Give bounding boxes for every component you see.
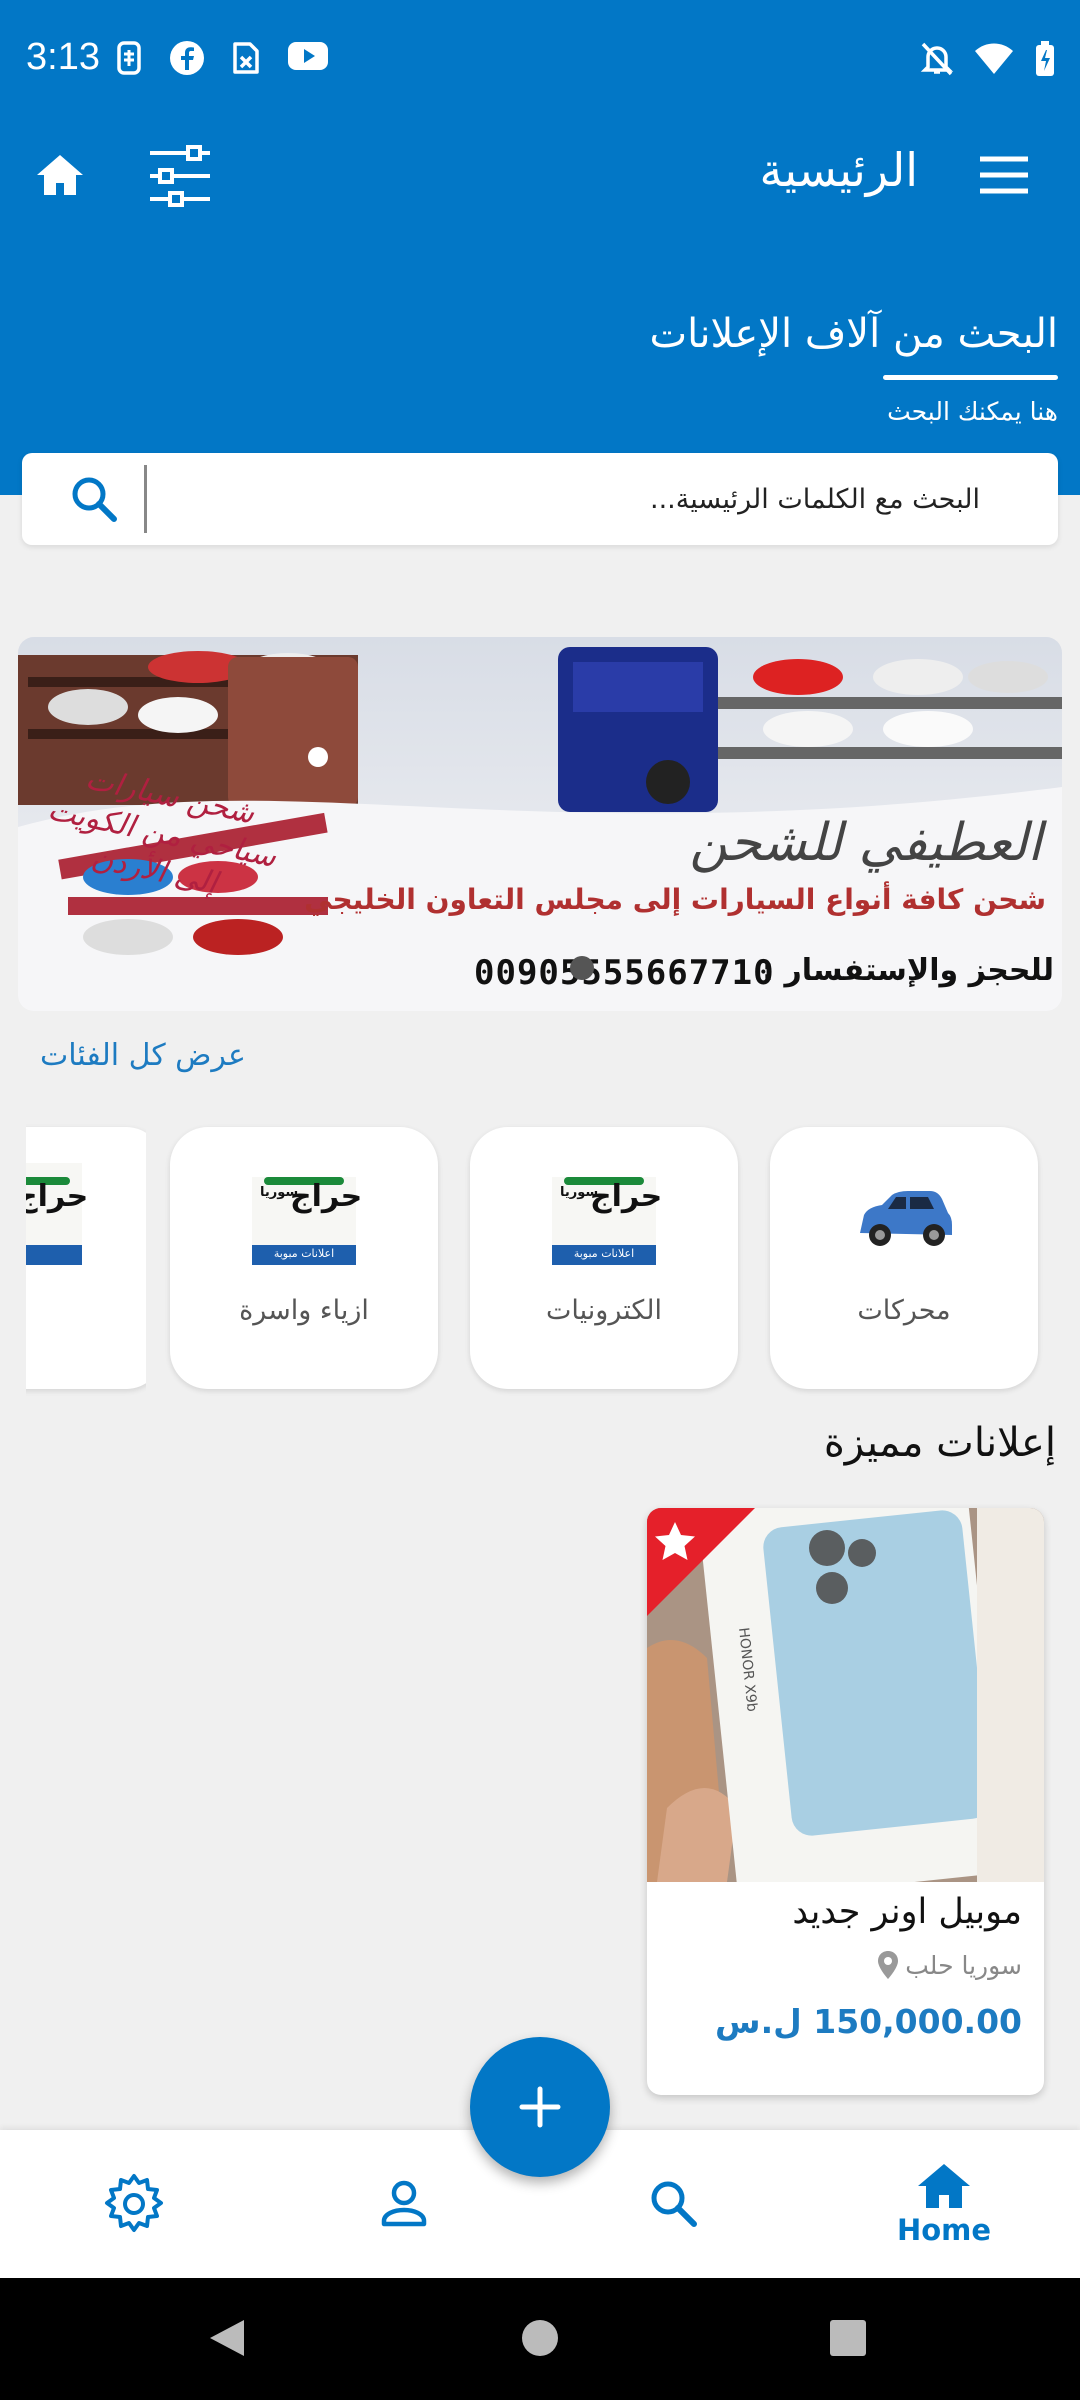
- logo-main-text: حراج: [26, 1179, 89, 1214]
- mute-icon: [920, 42, 954, 76]
- status-time: 3:13: [26, 36, 100, 78]
- logo-banner-text: اعلانات مبوبة: [573, 1247, 635, 1260]
- haraj-logo: حراج: [26, 1163, 88, 1265]
- featured-ad-card[interactable]: HONOR X9b موبيل اونر جديد سوريا حلب 150,…: [647, 1508, 1044, 2095]
- back-icon[interactable]: [206, 2316, 250, 2360]
- plus-icon: [519, 2086, 561, 2128]
- banner-tagline: شحن كافة أنواع السيارات إلى مجلس التعاون…: [304, 883, 1046, 916]
- person-icon: [381, 2180, 427, 2227]
- banner-inquiry-label: للحجز والإستفسار :: [762, 953, 1054, 988]
- category-label: الكترونيات: [545, 1295, 663, 1326]
- carousel-indicator[interactable]: [570, 956, 594, 980]
- category-card-fashion[interactable]: سوريا حراج اعلانات مبوبة ازياء واسرة: [170, 1127, 438, 1389]
- home-circle-icon[interactable]: [520, 2318, 560, 2358]
- add-ad-button[interactable]: [470, 2037, 610, 2177]
- search-box: [22, 453, 1058, 545]
- nav-home-label: Home: [896, 2213, 992, 2247]
- ad-location: سوريا حلب: [877, 1950, 1022, 1980]
- ad-photo: HONOR X9b: [647, 1508, 1044, 1882]
- status-bar: 3:13: [0, 0, 1080, 125]
- battery-icon: [1036, 41, 1054, 76]
- logo-main-text: حراج: [290, 1179, 363, 1214]
- home-icon[interactable]: [34, 149, 86, 201]
- youtube-icon: [288, 42, 328, 70]
- hamburger-menu-icon[interactable]: [978, 155, 1030, 195]
- nav-home[interactable]: Home: [884, 2130, 1004, 2278]
- search-icon[interactable]: [68, 473, 120, 525]
- haraj-logo: سوريا حراج اعلانات مبوبة: [252, 1163, 362, 1265]
- search-input[interactable]: [180, 453, 980, 545]
- screenshot-icon: [233, 42, 259, 74]
- nav-settings[interactable]: [74, 2130, 194, 2278]
- wifi-icon: [975, 43, 1013, 74]
- banner-phone: 00905555667710: [474, 953, 775, 993]
- category-card-partial[interactable]: حراج: [26, 1127, 146, 1389]
- heading-underline: [883, 375, 1058, 380]
- ad-location-text: سوريا حلب: [905, 1950, 1022, 1980]
- category-label: محركات: [857, 1295, 951, 1326]
- banner-headline: العطيفي للشحن: [689, 813, 1043, 873]
- location-pin-icon: [878, 1951, 899, 1979]
- featured-ads-title: إعلانات مميزة: [823, 1420, 1056, 1466]
- ad-title: موبيل اونر جديد: [792, 1892, 1022, 1932]
- status-system-icons: [920, 40, 1056, 78]
- nav-profile[interactable]: [344, 2130, 464, 2278]
- logo-banner-text: اعلانات مبوبة: [273, 1247, 335, 1260]
- category-label: ازياء واسرة: [239, 1295, 369, 1326]
- haraj-logo: سوريا حراج اعلانات مبوبة: [552, 1163, 662, 1265]
- view-all-categories-link[interactable]: عرض كل الفئات: [40, 1038, 246, 1073]
- system-navigation-bar: [0, 2278, 1080, 2400]
- nav-search[interactable]: [614, 2130, 734, 2278]
- car-icon: [860, 1191, 952, 1246]
- ad-price: 150,000.00 ل.س: [715, 2002, 1022, 2041]
- category-card-electronics[interactable]: سوريا حراج اعلانات مبوبة الكترونيات: [470, 1127, 738, 1389]
- facebook-icon: [170, 41, 204, 75]
- search-heading: البحث من آلاف الإعلانات: [649, 311, 1058, 357]
- category-card-engines[interactable]: محركات: [770, 1127, 1038, 1389]
- promo-banner[interactable]: العطيفي للشحن شحن كافة أنواع السيارات إل…: [18, 637, 1062, 1011]
- recents-icon[interactable]: [828, 2318, 868, 2358]
- search-divider: [144, 465, 147, 533]
- logo-main-text: حراج: [590, 1179, 663, 1214]
- status-notification-icons: [115, 40, 329, 76]
- home-icon: [918, 2164, 970, 2208]
- page-title: الرئيسية: [759, 143, 918, 197]
- sim-icon: [117, 41, 141, 75]
- filter-icon[interactable]: [148, 145, 212, 207]
- category-clip: حراج: [26, 1120, 146, 1400]
- search-subheading: هنا يمكنك البحث: [887, 397, 1058, 426]
- app-bar: الرئيسية: [0, 125, 1080, 245]
- search-icon: [651, 2181, 697, 2227]
- gear-icon: [105, 2174, 163, 2232]
